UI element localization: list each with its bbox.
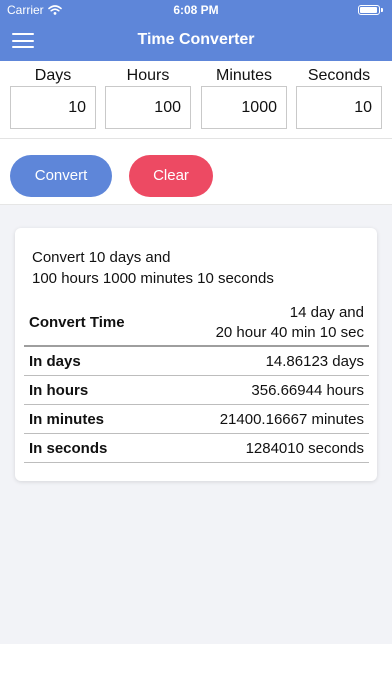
result-value: 1284010 seconds bbox=[245, 439, 364, 457]
action-buttons-row: Convert Clear bbox=[0, 139, 392, 203]
summary-line-1: Convert 10 days and bbox=[32, 249, 171, 266]
days-label: Days bbox=[34, 67, 72, 84]
hours-input[interactable]: 100 bbox=[105, 86, 191, 129]
battery-icon bbox=[358, 5, 383, 15]
status-time: 6:08 PM bbox=[173, 3, 219, 17]
status-bar: Carrier 6:08 PM bbox=[0, 0, 392, 20]
seconds-input-group: Seconds 10 bbox=[296, 61, 382, 129]
result-label: Convert Time bbox=[29, 314, 125, 331]
result-row-days: In days 14.86123 days bbox=[24, 347, 369, 376]
result-value-line-2: 20 hour 40 min 10 sec bbox=[215, 323, 364, 341]
result-row-minutes: In minutes 21400.16667 minutes bbox=[24, 405, 369, 434]
result-label: In seconds bbox=[29, 439, 108, 457]
result-label: In minutes bbox=[29, 410, 105, 428]
days-input[interactable]: 10 bbox=[10, 86, 96, 129]
result-value: 14.86123 days bbox=[265, 352, 364, 370]
navigation-bar: Time Converter bbox=[0, 20, 392, 61]
result-value: 21400.16667 minutes bbox=[219, 410, 364, 428]
seconds-label: Seconds bbox=[307, 67, 371, 84]
result-card: Convert 10 days and 100 hours 1000 minut… bbox=[15, 228, 377, 481]
result-row-convert-time: Convert Time 14 day and 20 hour 40 min 1… bbox=[24, 300, 369, 347]
result-row-hours: In hours 356.66944 hours bbox=[24, 376, 369, 405]
page-title: Time Converter bbox=[137, 31, 255, 48]
minutes-label: Minutes bbox=[215, 67, 273, 84]
result-value: 356.66944 hours bbox=[251, 381, 364, 399]
seconds-input[interactable]: 10 bbox=[296, 86, 382, 129]
result-label: In hours bbox=[29, 381, 89, 399]
days-input-group: Days 10 bbox=[10, 61, 96, 129]
result-value: 14 day and 20 hour 40 min 10 sec bbox=[216, 303, 364, 343]
minutes-input[interactable]: 1000 bbox=[201, 86, 287, 129]
result-label: In days bbox=[29, 352, 81, 370]
conversion-summary: Convert 10 days and 100 hours 1000 minut… bbox=[32, 247, 362, 289]
result-row-seconds: In seconds 1284010 seconds bbox=[24, 434, 369, 463]
summary-line-2: 100 hours 1000 minutes 10 seconds bbox=[32, 270, 274, 287]
result-table: Convert Time 14 day and 20 hour 40 min 1… bbox=[24, 300, 369, 463]
time-inputs-row: Days 10 Hours 100 Minutes 1000 Seconds 1… bbox=[0, 61, 392, 138]
hours-label: Hours bbox=[126, 67, 170, 84]
convert-button[interactable]: Convert bbox=[10, 155, 112, 197]
hours-input-group: Hours 100 bbox=[105, 61, 191, 129]
clear-button[interactable]: Clear bbox=[129, 155, 213, 197]
result-value-line-1: 14 day and bbox=[289, 303, 364, 321]
minutes-input-group: Minutes 1000 bbox=[201, 61, 287, 129]
